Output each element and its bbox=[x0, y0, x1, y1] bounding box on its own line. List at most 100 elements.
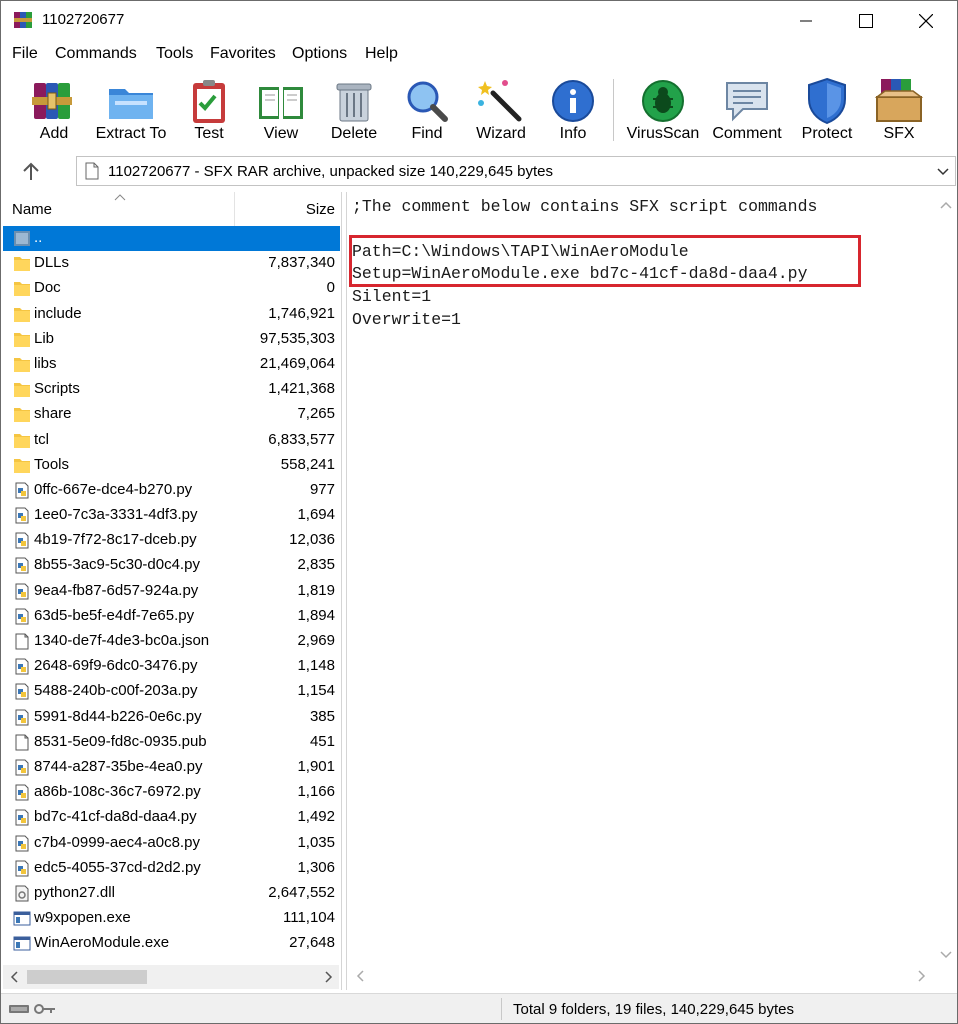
test-button[interactable]: Test bbox=[179, 71, 239, 149]
address-bar[interactable]: 1102720677 - SFX RAR archive, unpacked s… bbox=[76, 156, 956, 186]
file-size: 451 bbox=[309, 732, 335, 750]
add-button[interactable]: Add bbox=[23, 71, 85, 149]
virusscan-button[interactable]: VirusScan bbox=[625, 71, 701, 149]
file-name: w9xpopen.exe bbox=[34, 909, 131, 927]
column-header-name[interactable]: Name bbox=[3, 192, 235, 226]
open-book-icon bbox=[259, 87, 303, 119]
file-row[interactable]: c7b4-0999-aec4-a0c8.py 1,035 bbox=[3, 831, 340, 856]
folder-row[interactable]: Tools 558,241 bbox=[3, 453, 340, 478]
scroll-down-icon[interactable] bbox=[940, 948, 952, 960]
file-size: 385 bbox=[309, 707, 335, 725]
parent-folder-row[interactable]: .. bbox=[3, 226, 340, 252]
delete-button[interactable]: Delete bbox=[323, 71, 385, 149]
menu-options[interactable]: Options bbox=[292, 45, 347, 63]
file-row[interactable]: 1340-de7f-4de3-bc0a.json 2,969 bbox=[3, 629, 340, 654]
python-file-icon bbox=[13, 482, 31, 499]
chevron-down-icon[interactable] bbox=[937, 165, 949, 177]
file-row[interactable]: 8744-a287-35be-4ea0.py 1,901 bbox=[3, 755, 340, 780]
extract-to-button[interactable]: Extract To bbox=[95, 71, 167, 149]
file-size: 6,833,577 bbox=[268, 430, 335, 448]
file-row[interactable]: 8531-5e09-fd8c-0935.pub 451 bbox=[3, 730, 340, 755]
status-bar: Total 9 folders, 19 files, 140,229,645 b… bbox=[1, 993, 957, 1023]
info-button[interactable]: Info bbox=[545, 71, 601, 149]
maximize-button[interactable] bbox=[837, 1, 895, 41]
window-title: 1102720677 bbox=[42, 11, 125, 28]
find-button[interactable]: Find bbox=[397, 71, 457, 149]
column-name-label: Name bbox=[12, 201, 53, 218]
file-size: 1,421,368 bbox=[268, 380, 335, 398]
folder-row[interactable]: libs 21,469,064 bbox=[3, 352, 340, 377]
file-row[interactable]: 9ea4-fb87-6d57-924a.py 1,819 bbox=[3, 579, 340, 604]
file-row[interactable]: 63d5-be5f-e4df-7e65.py 1,894 bbox=[3, 604, 340, 629]
file-row[interactable]: 4b19-7f72-8c17-dceb.py 12,036 bbox=[3, 528, 340, 553]
scroll-right-icon[interactable] bbox=[321, 970, 335, 984]
file-row[interactable]: 5991-8d44-b226-0e6c.py 385 bbox=[3, 705, 340, 730]
folder-row[interactable]: share 7,265 bbox=[3, 402, 340, 427]
python-file-icon bbox=[13, 860, 31, 877]
folder-row[interactable]: tcl 6,833,577 bbox=[3, 428, 340, 453]
folder-icon bbox=[13, 331, 31, 348]
scroll-right-icon[interactable] bbox=[915, 970, 927, 982]
file-row[interactable]: w9xpopen.exe 111,104 bbox=[3, 906, 340, 931]
file-row[interactable]: 2648-69f9-6dc0-3476.py 1,148 bbox=[3, 654, 340, 679]
folder-row[interactable]: Scripts 1,421,368 bbox=[3, 377, 340, 402]
file-row[interactable]: 5488-240b-c00f-203a.py 1,154 bbox=[3, 679, 340, 704]
scrollbar-thumb[interactable] bbox=[27, 970, 147, 984]
folder-row[interactable]: DLLs 7,837,340 bbox=[3, 251, 340, 276]
comment-button[interactable]: Comment bbox=[709, 71, 785, 149]
sfx-button[interactable]: SFX bbox=[869, 71, 929, 149]
file-row[interactable]: 0ffc-667e-dce4-b270.py 977 bbox=[3, 478, 340, 503]
menu-commands[interactable]: Commands bbox=[55, 45, 137, 63]
python-file-icon bbox=[13, 507, 31, 524]
menu-tools[interactable]: Tools bbox=[156, 45, 193, 63]
folder-row[interactable]: Doc 0 bbox=[3, 276, 340, 301]
python-file-icon bbox=[13, 532, 31, 549]
file-size: 2,835 bbox=[297, 556, 335, 574]
file-list-horizontal-scrollbar[interactable] bbox=[3, 965, 339, 989]
python-file-icon bbox=[13, 658, 31, 675]
protect-button[interactable]: Protect bbox=[797, 71, 857, 149]
scroll-left-icon[interactable] bbox=[355, 970, 367, 982]
view-button[interactable]: View bbox=[251, 71, 311, 149]
file-name: python27.dll bbox=[34, 883, 115, 901]
minimize-button[interactable] bbox=[777, 1, 835, 41]
scroll-up-icon[interactable] bbox=[940, 200, 952, 212]
file-name: libs bbox=[34, 354, 57, 372]
file-row[interactable]: WinAeroModule.exe 27,648 bbox=[3, 931, 340, 956]
up-arrow-icon[interactable] bbox=[19, 160, 43, 184]
file-name: Tools bbox=[34, 455, 70, 473]
folder-icon bbox=[13, 457, 31, 474]
comment-label: Comment bbox=[712, 125, 782, 142]
file-row[interactable]: a86b-108c-36c7-6972.py 1,166 bbox=[3, 780, 340, 805]
file-name: 63d5-be5f-e4df-7e65.py bbox=[34, 606, 195, 624]
file-size: 1,901 bbox=[297, 757, 335, 775]
maximize-icon bbox=[859, 14, 873, 28]
file-name: c7b4-0999-aec4-a0c8.py bbox=[34, 833, 200, 851]
column-header-size[interactable]: Size bbox=[235, 192, 339, 226]
folder-icon bbox=[13, 406, 31, 423]
menu-help[interactable]: Help bbox=[365, 45, 398, 63]
menu-favorites[interactable]: Favorites bbox=[210, 45, 276, 63]
folder-row[interactable]: include 1,746,921 bbox=[3, 302, 340, 327]
archive-comment-pane[interactable]: ;The comment below contains SFX script c… bbox=[346, 192, 957, 990]
dll-file-icon bbox=[13, 885, 31, 902]
close-button[interactable] bbox=[897, 1, 955, 41]
file-row[interactable]: edc5-4055-37cd-d2d2.py 1,306 bbox=[3, 856, 340, 881]
file-size: 1,746,921 bbox=[268, 304, 335, 322]
comment-horizontal-scrollbar[interactable] bbox=[347, 964, 935, 988]
menu-file[interactable]: File bbox=[12, 45, 38, 63]
file-row[interactable]: 1ee0-7c3a-3331-4df3.py 1,694 bbox=[3, 503, 340, 528]
file-row[interactable]: bd7c-41cf-da8d-daa4.py 1,492 bbox=[3, 805, 340, 830]
comment-vertical-scrollbar[interactable] bbox=[935, 192, 957, 964]
file-name: 8531-5e09-fd8c-0935.pub bbox=[34, 732, 207, 750]
file-size: 12,036 bbox=[289, 531, 335, 549]
wizard-button[interactable]: Wizard bbox=[469, 71, 533, 149]
file-row[interactable]: python27.dll 2,647,552 bbox=[3, 881, 340, 906]
protect-label: Protect bbox=[801, 125, 853, 142]
folder-row[interactable]: Lib 97,535,303 bbox=[3, 327, 340, 352]
sfx-box-icon bbox=[874, 79, 924, 122]
file-row[interactable]: 8b55-3ac9-5c30-d0c4.py 2,835 bbox=[3, 553, 340, 578]
scroll-left-icon[interactable] bbox=[8, 970, 22, 984]
column-size-label: Size bbox=[305, 201, 335, 218]
drive-key-icon bbox=[9, 1004, 55, 1014]
